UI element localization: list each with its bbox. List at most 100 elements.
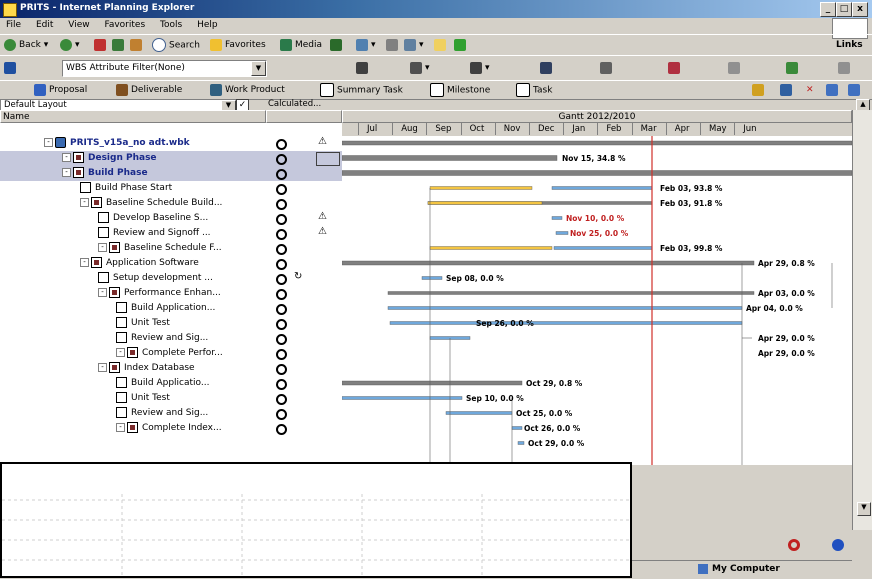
- milestone-button[interactable]: Milestone: [430, 83, 490, 97]
- tool-button-3[interactable]: ▾: [470, 61, 490, 75]
- proposal-button[interactable]: Proposal: [34, 83, 87, 97]
- task-row[interactable]: - Baseline Schedule Build...: [0, 196, 266, 211]
- calc-cell[interactable]: [266, 391, 342, 406]
- task-row[interactable]: - Baseline Schedule F...: [0, 241, 266, 256]
- messenger-button[interactable]: [454, 38, 469, 52]
- task-row[interactable]: Review and Sig...: [0, 406, 266, 421]
- collapse-toggle-icon[interactable]: -: [98, 288, 107, 297]
- tool-button-6[interactable]: [668, 61, 683, 75]
- calc-cell[interactable]: [266, 136, 342, 151]
- favorites-button[interactable]: Favorites: [210, 38, 266, 52]
- search-button[interactable]: Search: [152, 38, 200, 52]
- task-row[interactable]: Build Phase Start: [0, 181, 266, 196]
- calc-cell[interactable]: [266, 376, 342, 391]
- task-row[interactable]: Review and Sig...: [0, 331, 266, 346]
- menu-edit[interactable]: Edit: [30, 18, 59, 32]
- calc-cell[interactable]: [266, 406, 342, 421]
- calc-cell[interactable]: [266, 361, 342, 376]
- deliverable-button[interactable]: Deliverable: [116, 83, 182, 97]
- task-row[interactable]: - Performance Enhan...: [0, 286, 266, 301]
- task-row[interactable]: - Application Software: [0, 256, 266, 271]
- calc-cell[interactable]: [266, 196, 342, 211]
- wbs-icon-button[interactable]: [4, 61, 19, 75]
- task-row[interactable]: Develop Baseline S...: [0, 211, 266, 226]
- task-row[interactable]: Build Applicatio...: [0, 376, 266, 391]
- collapse-toggle-icon[interactable]: -: [44, 138, 53, 147]
- task-row[interactable]: Setup development ...: [0, 271, 266, 286]
- collapse-toggle-icon[interactable]: -: [116, 348, 125, 357]
- attribute-filter-select[interactable]: WBS Attribute Filter(None) ▼: [62, 60, 267, 77]
- task-row[interactable]: - Build Phase: [0, 166, 266, 181]
- refresh-button[interactable]: [112, 38, 127, 52]
- task-row[interactable]: - PRITS_v15a_no adt.wbk: [0, 136, 266, 151]
- collapse-toggle-icon[interactable]: -: [80, 198, 89, 207]
- menu-help[interactable]: Help: [191, 18, 224, 32]
- task-row[interactable]: - Index Database: [0, 361, 266, 376]
- selection-box[interactable]: [316, 152, 340, 166]
- people-button[interactable]: [780, 83, 795, 97]
- vertical-scrollbar[interactable]: ▼: [852, 110, 872, 530]
- calc-cell[interactable]: [266, 226, 342, 241]
- calc-cell[interactable]: [266, 301, 342, 316]
- tool-button-7[interactable]: [728, 61, 743, 75]
- calc-cell[interactable]: [266, 286, 342, 301]
- tool-button-8[interactable]: [786, 61, 801, 75]
- calc-cell[interactable]: [266, 181, 342, 196]
- collapse-toggle-icon[interactable]: -: [98, 363, 107, 372]
- work-product-button[interactable]: Work Product: [210, 83, 285, 97]
- collapse-toggle-icon[interactable]: -: [62, 153, 71, 162]
- task-row[interactable]: - Complete Index...: [0, 421, 266, 436]
- name-column-header[interactable]: Name: [0, 110, 266, 123]
- calc-cell[interactable]: [266, 331, 342, 346]
- tool-button-2[interactable]: ▾: [410, 61, 430, 75]
- collapse-toggle-icon[interactable]: -: [80, 258, 89, 267]
- delete-button[interactable]: ✕: [806, 83, 814, 97]
- task-row[interactable]: Unit Test: [0, 316, 266, 331]
- media-button[interactable]: Media: [280, 38, 322, 52]
- calc-cell[interactable]: [266, 166, 342, 181]
- task-row[interactable]: Build Application...: [0, 301, 266, 316]
- collapse-toggle-icon[interactable]: -: [116, 423, 125, 432]
- calc-cell[interactable]: [266, 256, 342, 271]
- calc-cell[interactable]: [266, 211, 342, 226]
- calc-cell[interactable]: [266, 316, 342, 331]
- mail-button[interactable]: ▾: [356, 38, 376, 52]
- back-button[interactable]: Back ▾: [4, 38, 48, 52]
- folder-button[interactable]: [434, 38, 449, 52]
- home-button[interactable]: [130, 38, 145, 52]
- print-button[interactable]: [386, 38, 401, 52]
- forward-button[interactable]: ▾: [60, 38, 80, 52]
- maximize-button[interactable]: □: [836, 2, 852, 17]
- history-button[interactable]: [330, 38, 345, 52]
- task-row[interactable]: Review and Signoff ...: [0, 226, 266, 241]
- collapse-toggle-icon[interactable]: -: [62, 168, 71, 177]
- menu-file[interactable]: File: [0, 18, 27, 32]
- tool-button-5[interactable]: [600, 61, 615, 75]
- move-up-button[interactable]: [826, 83, 841, 97]
- calc-cell[interactable]: [266, 271, 342, 286]
- wand-button[interactable]: [752, 83, 767, 97]
- menu-tools[interactable]: Tools: [154, 18, 188, 32]
- collapse-toggle-icon[interactable]: -: [98, 243, 107, 252]
- summary-task-button[interactable]: Summary Task: [320, 83, 403, 97]
- task-row[interactable]: Unit Test: [0, 391, 266, 406]
- scroll-down-button[interactable]: ▼: [857, 502, 871, 516]
- task-button[interactable]: Task: [516, 83, 552, 97]
- tool-button-9[interactable]: [838, 61, 853, 75]
- calc-cell[interactable]: [266, 346, 342, 361]
- tool-button-4[interactable]: [540, 61, 555, 75]
- task-row[interactable]: - Complete Perfor...: [0, 346, 266, 361]
- tool-button-1[interactable]: [356, 61, 371, 75]
- task-row[interactable]: - Design Phase: [0, 151, 266, 166]
- minimize-button[interactable]: _: [820, 2, 836, 17]
- calc-column-header[interactable]: [266, 110, 342, 123]
- calc-cell[interactable]: [266, 421, 342, 436]
- stop-button[interactable]: [94, 38, 109, 52]
- links-button[interactable]: Links: [836, 38, 863, 52]
- menu-favorites[interactable]: Favorites: [98, 18, 151, 32]
- edit-button[interactable]: ▾: [404, 38, 424, 52]
- menu-view[interactable]: View: [62, 18, 95, 32]
- calc-cell[interactable]: [266, 241, 342, 256]
- close-button[interactable]: x: [852, 2, 868, 17]
- move-down-button[interactable]: [848, 83, 863, 97]
